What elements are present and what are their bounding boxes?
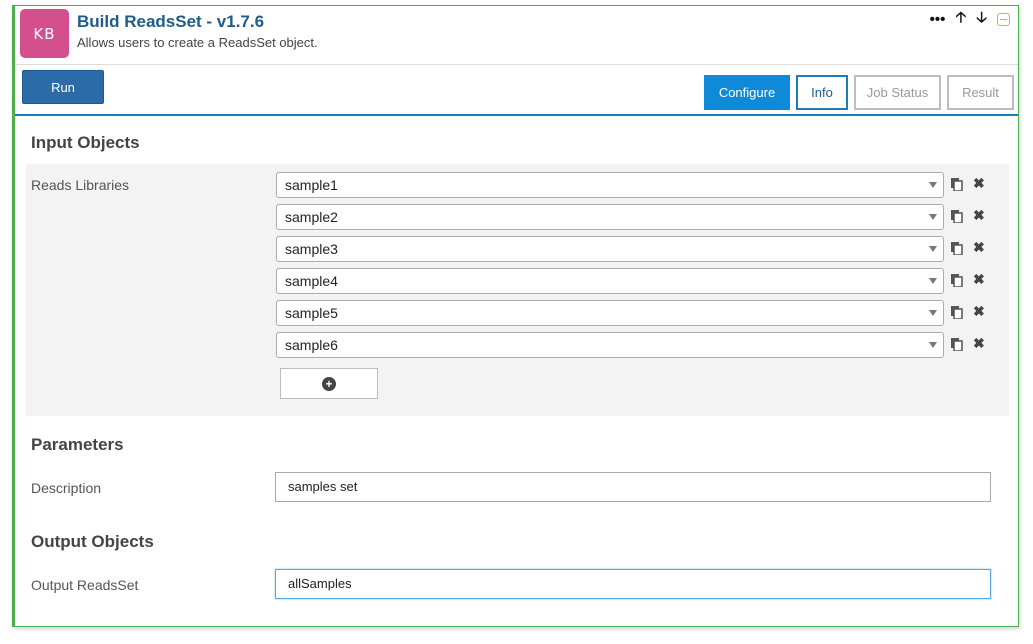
reads-library-row: sample6 ✖ xyxy=(276,332,986,359)
chevron-down-icon xyxy=(929,310,937,316)
output-objects-title: Output Objects xyxy=(31,532,154,551)
toolbar: Run Configure Info Job Status Result xyxy=(15,65,1018,116)
reads-library-row: sample3 ✖ xyxy=(276,236,986,263)
input-objects-title: Input Objects xyxy=(31,133,140,152)
add-reads-library-button[interactable]: + xyxy=(280,368,378,399)
move-down-icon[interactable]: 🡣 xyxy=(976,7,987,32)
more-options-icon[interactable]: ••• xyxy=(930,11,946,28)
chevron-down-icon xyxy=(929,246,937,252)
select-value: sample6 xyxy=(285,337,338,353)
select-value: sample4 xyxy=(285,273,338,289)
remove-icon[interactable]: ✖ xyxy=(973,207,985,224)
tab-bar: Configure Info Job Status Result xyxy=(704,75,1014,110)
tab-info[interactable]: Info xyxy=(796,75,848,110)
reads-library-select[interactable]: sample3 xyxy=(276,236,944,262)
copy-icon[interactable] xyxy=(951,306,963,319)
chevron-down-icon xyxy=(929,214,937,220)
select-value: sample3 xyxy=(285,241,338,257)
app-logo: KB xyxy=(20,9,69,58)
reads-library-select[interactable]: sample2 xyxy=(276,204,944,230)
remove-icon[interactable]: ✖ xyxy=(973,303,985,320)
reads-library-row: sample2 ✖ xyxy=(276,204,986,231)
run-button[interactable]: Run xyxy=(22,70,104,104)
select-value: sample1 xyxy=(285,177,338,193)
reads-libraries-label: Reads Libraries xyxy=(31,177,130,193)
select-value: sample2 xyxy=(285,209,338,225)
copy-icon[interactable] xyxy=(951,178,963,191)
tab-job-status[interactable]: Job Status xyxy=(854,75,941,110)
remove-icon[interactable]: ✖ xyxy=(973,175,985,192)
output-readsset-input[interactable]: allSamples xyxy=(275,569,991,599)
tab-result[interactable]: Result xyxy=(947,75,1014,110)
cell-tools: ••• 🡡 🡣 xyxy=(930,7,1010,32)
output-readsset-label: Output ReadsSet xyxy=(31,577,139,593)
app-cell: KB Build ReadsSet - v1.7.6 Allows users … xyxy=(12,5,1019,627)
copy-icon[interactable] xyxy=(951,210,963,223)
move-up-icon[interactable]: 🡡 xyxy=(955,7,966,32)
copy-icon[interactable] xyxy=(951,242,963,255)
chevron-down-icon xyxy=(929,342,937,348)
tab-configure[interactable]: Configure xyxy=(704,75,790,110)
app-title: Build ReadsSet - v1.7.6 xyxy=(77,12,265,31)
collapse-icon[interactable] xyxy=(997,13,1010,26)
reads-library-row: sample4 ✖ xyxy=(276,268,986,295)
cell-header: KB Build ReadsSet - v1.7.6 Allows users … xyxy=(15,6,1018,65)
remove-icon[interactable]: ✖ xyxy=(973,271,985,288)
remove-icon[interactable]: ✖ xyxy=(973,335,985,352)
description-label: Description xyxy=(31,480,102,496)
copy-icon[interactable] xyxy=(951,338,963,351)
parameters-title: Parameters xyxy=(31,435,124,454)
reads-library-row: sample5 ✖ xyxy=(276,300,986,327)
description-input[interactable]: samples set xyxy=(275,472,991,502)
chevron-down-icon xyxy=(929,278,937,284)
reads-library-select[interactable]: sample5 xyxy=(276,300,944,326)
chevron-down-icon xyxy=(929,182,937,188)
plus-circle-icon: + xyxy=(322,376,336,391)
reads-library-select[interactable]: sample6 xyxy=(276,332,944,358)
reads-library-select[interactable]: sample1 xyxy=(276,172,944,198)
copy-icon[interactable] xyxy=(951,274,963,287)
select-value: sample5 xyxy=(285,305,338,321)
remove-icon[interactable]: ✖ xyxy=(973,239,985,256)
app-subtitle: Allows users to create a ReadsSet object… xyxy=(77,35,318,50)
reads-library-select[interactable]: sample4 xyxy=(276,268,944,294)
reads-library-row: sample1 ✖ xyxy=(276,172,986,199)
input-objects-panel: Reads Libraries sample1 ✖ sample2 ✖ samp… xyxy=(26,164,1009,416)
